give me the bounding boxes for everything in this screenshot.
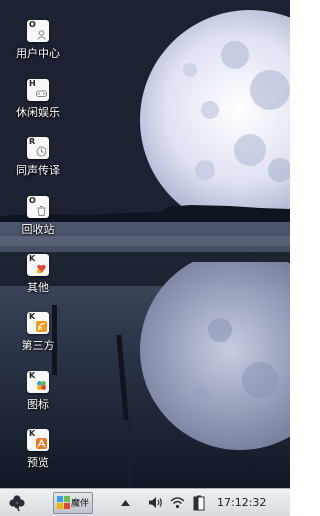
desktop-icon-label: 同声传译 bbox=[16, 164, 60, 177]
icon-pack-icon: K bbox=[27, 371, 49, 393]
third-party-icon: K bbox=[27, 312, 49, 334]
desktop-icon-label: 用户中心 bbox=[16, 47, 60, 60]
desktop-icon-label: 回收站 bbox=[21, 223, 55, 236]
desktop: O 用户中心 H 休闲娱乐 R 同声传译 O 回收站 K 其他 K 第三方 K … bbox=[0, 0, 290, 488]
tray-expand-arrow-icon[interactable] bbox=[119, 497, 131, 509]
desktop-icon-interpretation[interactable]: R 同声传译 bbox=[8, 135, 68, 189]
volume-icon[interactable] bbox=[147, 495, 163, 511]
desktop-icon-recycle-bin[interactable]: O 回收站 bbox=[8, 194, 68, 248]
desktop-icon-label: 预览 bbox=[27, 456, 49, 469]
wifi-icon[interactable] bbox=[169, 495, 185, 511]
desktop-icon-preview[interactable]: K 预览 bbox=[8, 427, 68, 481]
taskbar-app-button[interactable]: 魔伴 bbox=[53, 491, 93, 514]
desktop-icon-label: 其他 bbox=[27, 281, 49, 294]
desktop-icon-third-party[interactable]: K 第三方 bbox=[8, 310, 68, 364]
clock[interactable]: 17:12:32 bbox=[217, 496, 266, 509]
desktop-icon-label: 休闲娱乐 bbox=[16, 106, 60, 119]
app-tile-icon bbox=[57, 496, 70, 509]
desktop-icon-user-center[interactable]: O 用户中心 bbox=[8, 18, 68, 72]
other-apps-icon: K bbox=[27, 254, 49, 276]
clover-start-icon bbox=[9, 494, 25, 511]
gamepad-icon: H bbox=[27, 79, 49, 101]
user-center-icon: O bbox=[27, 20, 49, 42]
desktop-icon-leisure[interactable]: H 休闲娱乐 bbox=[8, 77, 68, 131]
battery-icon[interactable] bbox=[191, 495, 207, 511]
taskbar: 魔伴 17:12:32 bbox=[0, 488, 290, 516]
desktop-icon-label: 图标 bbox=[27, 398, 49, 411]
desktop-icon-label: 第三方 bbox=[21, 339, 55, 352]
desktop-icon-icons[interactable]: K 图标 bbox=[8, 369, 68, 423]
recycle-bin-icon: O bbox=[27, 196, 49, 218]
translate-icon: R bbox=[27, 137, 49, 159]
taskbar-app-label: 魔伴 bbox=[71, 499, 90, 509]
preview-icon: K bbox=[27, 429, 49, 451]
start-button[interactable] bbox=[6, 492, 28, 514]
desktop-icon-other[interactable]: K 其他 bbox=[8, 252, 68, 306]
